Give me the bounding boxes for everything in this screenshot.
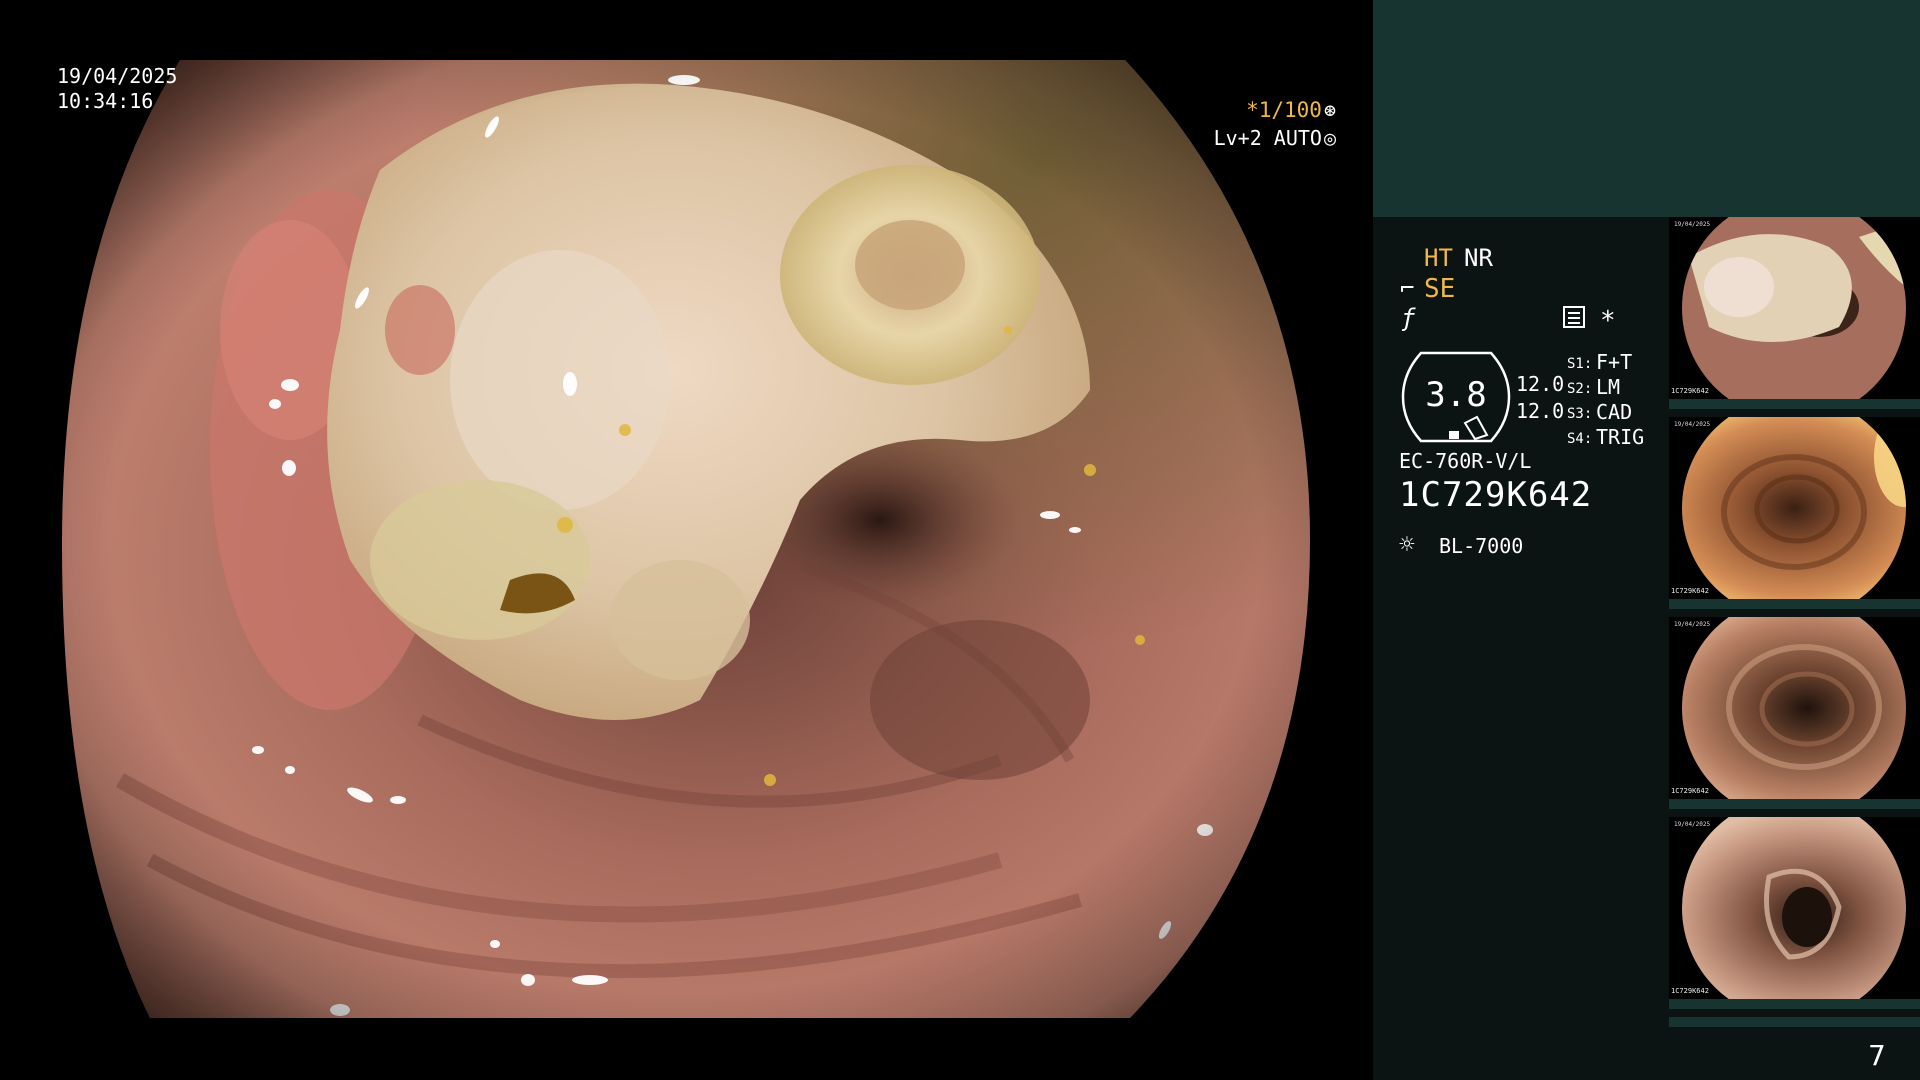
thumbnail-3[interactable]: 19/04/2025 1C729K642 BL-7000 [1669,617,1920,809]
zoom-reading-b: 12.0 [1516,399,1565,423]
thumbnail-strip-end [1669,1017,1920,1027]
processor-info-panel: HT NR ⌐ SE ƒ * 3.8 12.0 12.0 S1: F+T S2:… [1373,0,1920,1080]
thumbnail-2[interactable]: 19/04/2025 1C729K642 BL-7000 [1669,417,1920,609]
thumbnail-4-id: 1C729K642 [1671,987,1709,995]
switch-1-key: S1: [1567,356,1593,372]
record-icon [1563,306,1585,328]
thumbnail-2-date: 19/04/2025 [1674,421,1711,428]
thumbnail-2-lamp: BL-7000 [1839,601,1865,608]
brightness-level-value: Lv+2 AUTO [1213,126,1322,150]
switch-2-value: LM [1596,375,1621,399]
switch-4-value: TRIG [1596,425,1645,449]
aperture-icon: ⊛ [1323,98,1336,122]
switch-2-key: S2: [1567,381,1593,397]
scope-serial: 1C729K642 [1399,475,1593,515]
freeze-star: * [1600,306,1616,336]
shutter-value: *1/100 [1246,98,1322,122]
scope-model: EC-760R-V/L [1399,449,1532,473]
timestamp-date: 19/04/2025 [57,64,178,88]
mode-nr: NR [1464,244,1493,272]
switch-3-key: S3: [1567,406,1593,422]
light-source: BL-7000 [1439,534,1524,558]
brightness-level-readout: Lv+2 AUTO ◎ [1214,126,1336,151]
endoscopic-image [62,60,1310,1018]
thumbnail-3-date: 19/04/2025 [1674,621,1711,628]
iris-icon: ◎ [1323,126,1336,150]
mode-ht: HT [1424,244,1453,272]
thumbnail-1-id: 1C729K642 [1671,387,1709,395]
enhancement-icon: ⌐ [1400,274,1415,302]
zoom-value: 3.8 [1425,375,1487,415]
panel-header-area [1373,0,1920,217]
switch-3-value: CAD [1596,400,1633,424]
switch-4-key: S4: [1567,431,1593,447]
thumbnail-1[interactable]: 19/04/2025 1C729K642 [1669,217,1920,409]
thumbnail-4-date: 19/04/2025 [1674,821,1711,828]
timestamp-time: 10:34:16 [57,89,154,113]
switch-1-value: F+T [1596,350,1633,374]
shutter-readout: *1/100 ⊛ [1246,98,1336,123]
thumbnail-4-lamp: BL-7000 [1839,1001,1865,1008]
thumbnail-4[interactable]: 19/04/2025 1C729K642 BL-7000 [1669,817,1920,1009]
lamp-icon: ☼ [1399,530,1415,560]
thumbnail-2-id: 1C729K642 [1671,587,1709,595]
thumbnail-1-date: 19/04/2025 [1674,221,1711,228]
thumbnail-3-id: 1C729K642 [1671,787,1709,795]
zoom-reading-a: 12.0 [1516,372,1565,396]
mode-se: SE [1424,274,1456,304]
endoscope-main-view: 19/04/2025 10:34:16 *1/100 ⊛ Lv+2 AUTO ◎ [0,0,1373,1080]
structure-icon: ƒ [1401,304,1416,332]
thumbnail-3-lamp: BL-7000 [1839,801,1865,808]
page-number: 7 [1868,1039,1886,1072]
